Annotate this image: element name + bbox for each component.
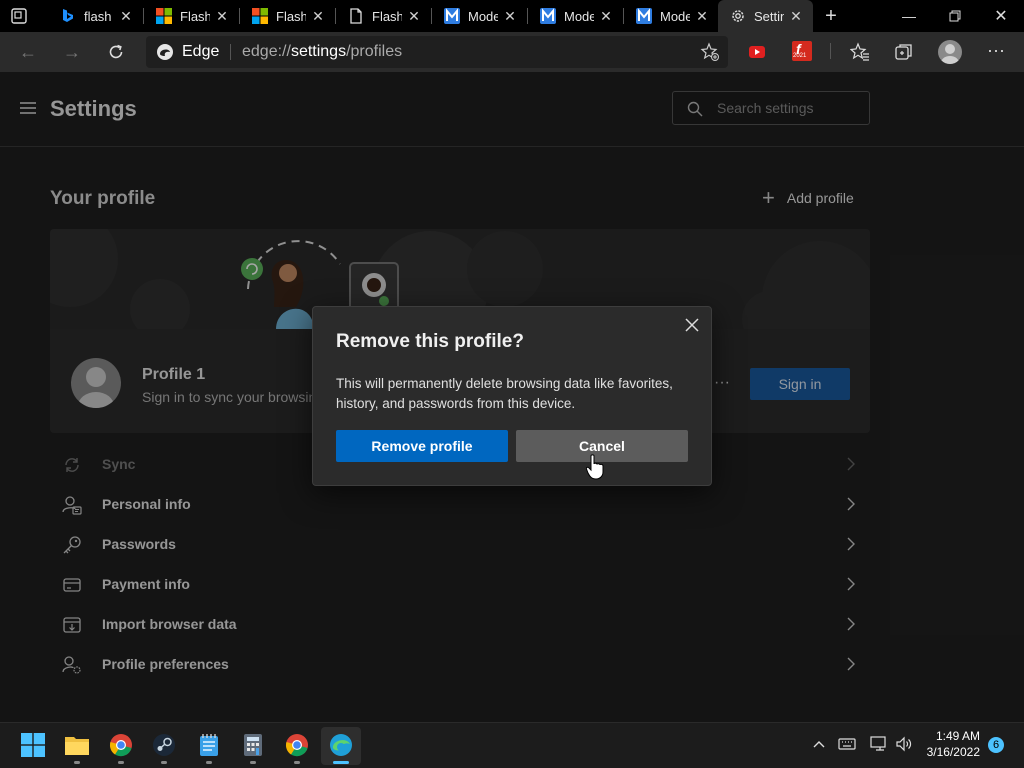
close-window-button[interactable]: ✕ xyxy=(978,0,1024,32)
tab-2[interactable]: Flash ✕ xyxy=(144,0,239,32)
close-tab-icon[interactable]: ✕ xyxy=(503,9,517,23)
profile-avatar[interactable] xyxy=(938,40,962,64)
close-tab-icon[interactable]: ✕ xyxy=(407,9,421,23)
tab-title: Flash xyxy=(180,8,210,24)
tab-title: flash xyxy=(84,8,112,24)
network-icon[interactable] xyxy=(870,736,888,752)
m-icon xyxy=(540,8,556,24)
remove-profile-button[interactable]: Remove profile xyxy=(336,430,508,462)
close-tab-icon[interactable]: ✕ xyxy=(599,9,613,23)
tab-actions-icon[interactable] xyxy=(10,7,28,25)
settings-more-button[interactable]: ··· xyxy=(986,40,1006,64)
add-favorite-icon[interactable] xyxy=(700,42,720,62)
close-tab-icon[interactable]: ✕ xyxy=(695,9,709,23)
tab-strip: flash ✕ Flash ✕ Flash ✕ Flash ✕ Mode ✕ M… xyxy=(0,0,1024,32)
close-tab-icon[interactable]: ✕ xyxy=(789,9,803,23)
page-icon xyxy=(348,8,364,24)
tab-7[interactable]: Mode ✕ xyxy=(624,0,719,32)
microsoft-icon xyxy=(252,8,268,24)
minimize-button[interactable]: — xyxy=(886,0,932,32)
taskbar: 1:49 AM 3/16/2022 6 xyxy=(0,722,1024,768)
calculator-icon[interactable] xyxy=(239,731,267,759)
steam-icon[interactable] xyxy=(150,731,178,759)
tab-1[interactable]: flash ✕ xyxy=(48,0,143,32)
edge-icon[interactable] xyxy=(327,731,355,759)
extension-badge: 2021 xyxy=(793,53,807,59)
tab-title: Mode xyxy=(660,8,690,24)
brand-label: Edge xyxy=(182,43,220,60)
flash-extension-icon[interactable]: f 2021 xyxy=(792,41,812,61)
m-icon xyxy=(636,8,652,24)
dialog-body: This will permanently delete browsing da… xyxy=(336,376,673,411)
file-explorer-icon[interactable] xyxy=(63,731,91,759)
back-button[interactable]: ← xyxy=(12,36,44,68)
hand-cursor-icon xyxy=(585,454,604,480)
chrome-icon[interactable] xyxy=(283,731,311,759)
notification-badge[interactable]: 6 xyxy=(988,737,1004,753)
restore-button[interactable] xyxy=(932,0,978,32)
close-dialog-icon[interactable] xyxy=(683,316,701,334)
notepad-icon[interactable] xyxy=(195,731,223,759)
remove-profile-dialog: Remove this profile? This will permanent… xyxy=(312,306,712,486)
new-tab-button[interactable]: + xyxy=(820,5,842,27)
collections-icon[interactable] xyxy=(894,42,914,62)
tab-4[interactable]: Flash ✕ xyxy=(336,0,431,32)
tab-title: Settin xyxy=(754,8,784,24)
close-tab-icon[interactable]: ✕ xyxy=(215,9,229,23)
tab-6[interactable]: Mode ✕ xyxy=(528,0,623,32)
dialog-title: Remove this profile? xyxy=(336,331,524,352)
volume-icon[interactable] xyxy=(895,736,913,752)
tab-5[interactable]: Mode ✕ xyxy=(432,0,527,32)
tab-title: Mode xyxy=(468,8,498,24)
url-scheme: edge:// xyxy=(242,43,291,60)
tab-3[interactable]: Flash ✕ xyxy=(240,0,335,32)
forward-button[interactable]: → xyxy=(56,36,88,68)
close-tab-icon[interactable]: ✕ xyxy=(119,9,133,23)
edge-icon xyxy=(156,43,174,61)
tab-title: Flash xyxy=(372,8,402,24)
bing-icon xyxy=(60,8,76,24)
url-path: /profiles xyxy=(346,43,403,60)
address-bar[interactable]: Edge edge://settings/profiles xyxy=(146,36,728,68)
windows-start-icon[interactable] xyxy=(19,731,47,759)
m-icon xyxy=(444,8,460,24)
url-text: edge://settings/profiles xyxy=(242,43,402,61)
clock-time[interactable]: 1:49 AM xyxy=(930,729,980,743)
microsoft-icon xyxy=(156,8,172,24)
tab-title: Mode xyxy=(564,8,594,24)
active-app-indicator xyxy=(333,761,349,764)
tab-title: Flash xyxy=(276,8,306,24)
gear-icon xyxy=(730,8,746,24)
chevron-up-icon[interactable] xyxy=(812,737,826,751)
youtube-extension-icon[interactable] xyxy=(748,43,766,61)
chrome-icon[interactable] xyxy=(107,731,135,759)
refresh-button[interactable] xyxy=(100,36,132,68)
url-host: settings xyxy=(290,43,347,60)
favorites-icon[interactable] xyxy=(849,42,870,62)
keyboard-icon[interactable] xyxy=(838,737,856,751)
close-tab-icon[interactable]: ✕ xyxy=(311,9,325,23)
clock-date[interactable]: 3/16/2022 xyxy=(920,745,980,759)
tab-settings[interactable]: Settin ✕ xyxy=(718,0,813,32)
